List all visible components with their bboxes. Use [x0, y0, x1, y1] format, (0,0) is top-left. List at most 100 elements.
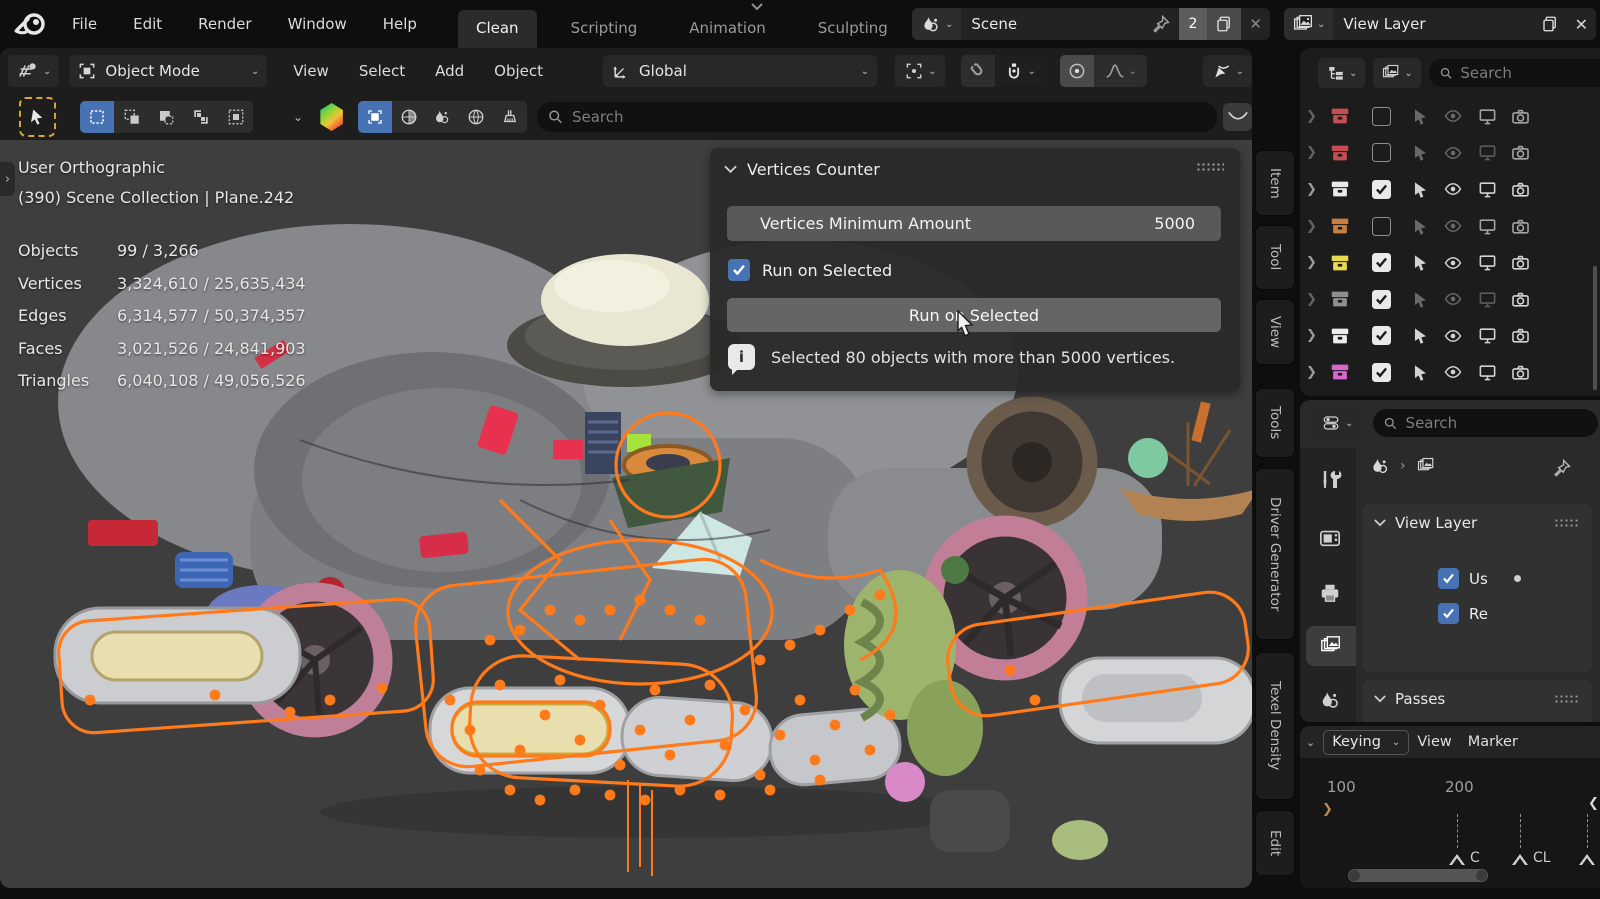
disable-in-renders-icon[interactable] — [1510, 143, 1531, 162]
viewport-menu-add[interactable]: Add — [423, 56, 476, 86]
outliner-collection-row[interactable]: ❯ — [1300, 208, 1600, 245]
snap-toggle-icon[interactable] — [961, 55, 995, 87]
view-layer-name[interactable]: View Layer — [1333, 15, 1435, 33]
selectable-toggle-icon[interactable] — [1411, 290, 1430, 309]
pin-icon[interactable] — [1552, 458, 1572, 478]
disable-in-renders-icon[interactable] — [1510, 290, 1531, 309]
outliner-search-input[interactable] — [1460, 64, 1590, 82]
view-layer-datablock-icon[interactable]: ⌄ — [1284, 8, 1334, 40]
hide-in-viewport-icon[interactable] — [1442, 254, 1464, 272]
select-mode-extend[interactable] — [114, 101, 149, 133]
panel-collapse-chevron[interactable] — [1374, 695, 1386, 703]
transform-orientation-dropdown[interactable]: Global ⌄ — [603, 55, 878, 87]
gradient-hexagon-icon[interactable] — [320, 103, 343, 131]
duplicate-view-layer-icon[interactable] — [1533, 8, 1567, 40]
close-scene-icon[interactable]: ✕ — [1241, 8, 1270, 40]
menu-render[interactable]: Render — [184, 9, 265, 39]
run-on-selected-checkbox[interactable] — [728, 259, 750, 281]
workspace-tab-sculpting[interactable]: Sculpting — [800, 10, 906, 48]
hide-in-viewport-icon[interactable] — [1442, 180, 1464, 198]
min-amount-field[interactable]: Vertices Minimum Amount 5000 — [727, 206, 1221, 241]
exclude-checkbox[interactable] — [1372, 143, 1391, 163]
active-tool-select-box[interactable] — [19, 97, 56, 137]
disable-in-renders-icon[interactable] — [1510, 326, 1531, 345]
toolbar-expand-arrow[interactable]: › — [0, 162, 15, 196]
outliner-collection-row[interactable]: ❯ — [1300, 171, 1600, 208]
breadcrumb-view-layer-icon[interactable] — [1416, 457, 1436, 475]
marker-triangle[interactable] — [1449, 846, 1465, 865]
breadcrumb-scene-icon[interactable] — [1370, 456, 1390, 476]
scene-datablock-icon[interactable]: ⌄ — [912, 8, 962, 40]
hide-in-viewport-icon[interactable] — [1442, 290, 1464, 308]
expand-chevron-icon[interactable]: ❯ — [1306, 292, 1320, 307]
brush-icon[interactable] — [493, 101, 527, 133]
tab-render[interactable] — [1308, 518, 1352, 558]
menu-file[interactable]: File — [58, 9, 111, 39]
disable-in-viewports-icon[interactable] — [1477, 107, 1498, 126]
workspace-tab-clean[interactable]: Clean — [458, 10, 537, 48]
disable-in-renders-icon[interactable] — [1510, 363, 1531, 382]
disable-in-renders-icon[interactable] — [1510, 107, 1531, 126]
sidebar-tab-tools[interactable]: Tools — [1255, 388, 1295, 458]
selectable-toggle-icon[interactable] — [1411, 363, 1430, 382]
timeline-editor-chevron[interactable]: ⌄ — [1306, 736, 1315, 749]
close-view-layer-icon[interactable]: ✕ — [1567, 8, 1596, 40]
hide-in-viewport-icon[interactable] — [1442, 217, 1464, 235]
sidebar-tab-item[interactable]: Item — [1255, 150, 1295, 216]
selectable-toggle-icon[interactable] — [1411, 326, 1430, 345]
timeline-scrollbar[interactable] — [1348, 869, 1488, 882]
viewport-menu-view[interactable]: View — [281, 56, 341, 86]
viewport-menu-select[interactable]: Select — [347, 56, 417, 86]
selectable-toggle-icon[interactable] — [1411, 217, 1430, 236]
panel-drag-grip[interactable] — [1196, 162, 1224, 172]
workspace-tab-scripting[interactable]: Scripting — [553, 10, 656, 48]
snap-target-dropdown[interactable]: ⌄ — [994, 55, 1046, 87]
outliner-filter-dropdown[interactable]: ⌄ — [1373, 58, 1421, 88]
outliner-collection-row[interactable]: ❯ — [1300, 135, 1600, 172]
use-checkbox[interactable] — [1438, 568, 1459, 589]
menu-edit[interactable]: Edit — [119, 9, 176, 39]
selectable-toggle-icon[interactable] — [1411, 180, 1430, 199]
select-mode-subtract[interactable] — [149, 101, 184, 133]
menu-window[interactable]: Window — [274, 9, 361, 39]
falloff-curve-button[interactable] — [1223, 103, 1252, 131]
workspace-tab-animation[interactable]: Animation — [671, 10, 783, 48]
select-mode-intersect[interactable] — [218, 101, 253, 133]
pivot-point-dropdown[interactable]: ⌄ — [895, 55, 945, 87]
exclude-checkbox[interactable] — [1372, 216, 1391, 236]
editor-type-dropdown[interactable]: ⌄ — [8, 55, 60, 87]
exclude-checkbox[interactable] — [1372, 362, 1391, 382]
select-mode-invert[interactable] — [184, 101, 219, 133]
panel-drag-grip[interactable] — [1554, 694, 1580, 703]
sidebar-tab-edit[interactable]: Edit — [1255, 810, 1295, 876]
outliner-collection-row[interactable]: ❯ — [1300, 98, 1600, 135]
outliner-collection-row[interactable]: ❯ — [1300, 281, 1600, 318]
outliner-collection-row[interactable]: ❯ — [1300, 318, 1600, 355]
selectable-toggle-icon[interactable] — [1411, 107, 1430, 126]
scene-name[interactable]: Scene — [961, 15, 1027, 33]
tab-output[interactable] — [1308, 573, 1352, 613]
sidebar-tab-texel-density[interactable]: Texel Density — [1255, 652, 1295, 800]
viewport-menu-object[interactable]: Object — [482, 56, 555, 86]
timeline-marker-menu[interactable]: Marker — [1468, 734, 1518, 750]
render-checkbox[interactable] — [1438, 603, 1459, 624]
expand-chevron-icon[interactable]: ❯ — [1306, 145, 1320, 160]
selectable-toggle-icon[interactable] — [1411, 143, 1430, 162]
expand-chevron-icon[interactable]: ❯ — [1306, 182, 1320, 197]
selectable-toggle-icon[interactable] — [1411, 253, 1430, 272]
shading-sphere-icon[interactable] — [392, 101, 426, 133]
timeline-scroll-right-arrow[interactable]: ❮ — [1588, 796, 1599, 811]
disable-in-viewports-icon[interactable] — [1477, 326, 1498, 345]
expand-chevron-icon[interactable]: ❯ — [1306, 255, 1320, 270]
disable-in-viewports-icon[interactable] — [1477, 290, 1498, 309]
sidebar-tab-driver-generator[interactable]: Driver Generator — [1255, 468, 1295, 640]
expand-chevron-icon[interactable]: ❯ — [1306, 219, 1320, 234]
select-mode-new[interactable] — [79, 101, 115, 133]
tab-view-layer[interactable] — [1306, 626, 1356, 666]
world-globe-icon[interactable] — [459, 101, 493, 133]
panel-collapse-chevron[interactable] — [724, 165, 737, 174]
disable-in-viewports-icon[interactable] — [1477, 363, 1498, 382]
mode-dropdown[interactable]: Object Mode ⌄ — [69, 55, 268, 87]
keying-dropdown[interactable]: Keying ⌄ — [1323, 729, 1410, 755]
outliner-collection-row[interactable]: ❯ — [1300, 244, 1600, 281]
